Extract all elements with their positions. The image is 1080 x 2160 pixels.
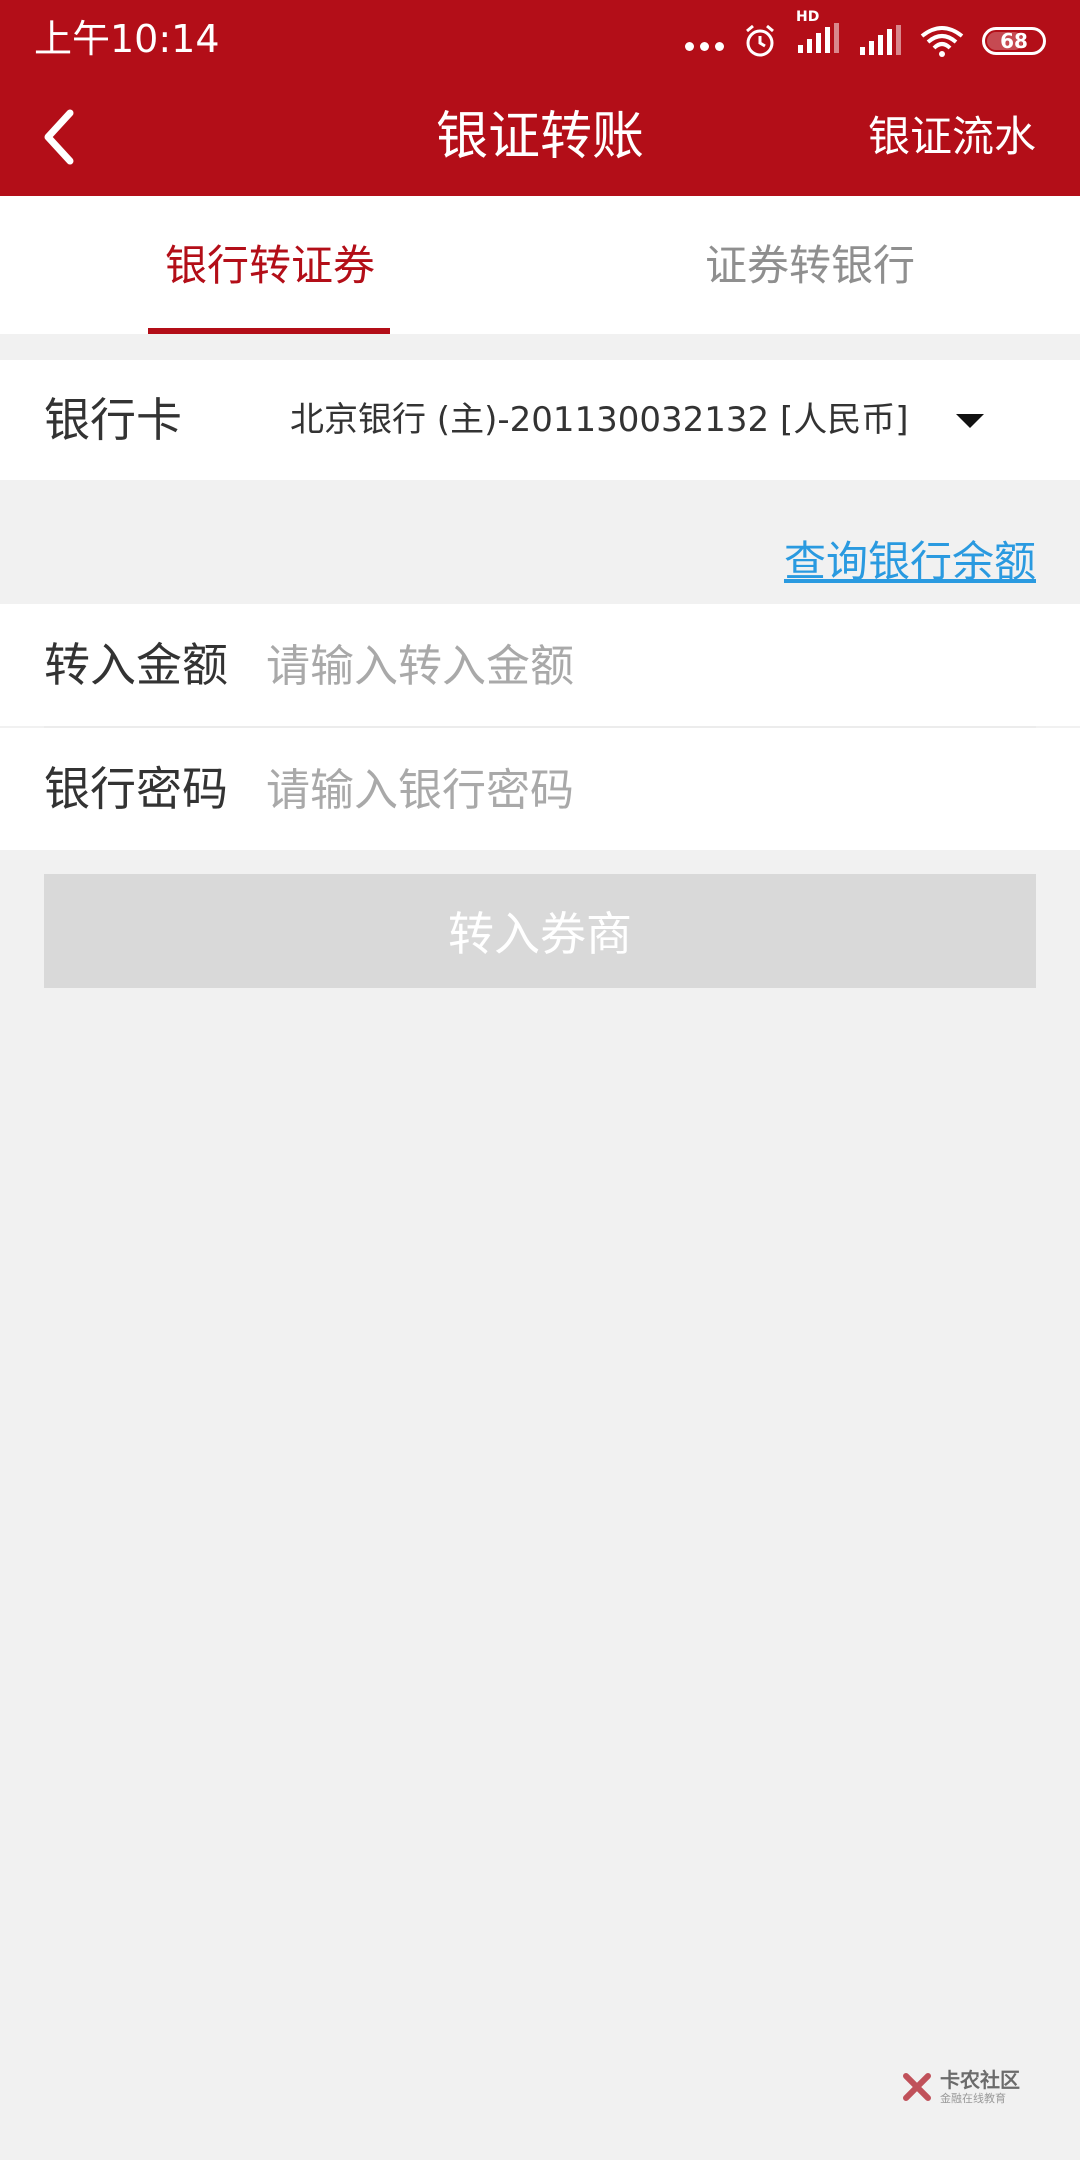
status-bar: 上午10:14 HD 68: [0, 0, 1080, 78]
active-tab-indicator: [148, 328, 390, 334]
nav-bar: 银证转账 银证流水: [0, 78, 1080, 196]
query-bank-balance-link[interactable]: 查询银行余额: [784, 528, 1036, 589]
amount-input[interactable]: [264, 634, 1028, 698]
password-row: 银行密码: [0, 728, 1080, 850]
tab-bar: 银行转证券 证券转银行: [0, 196, 1080, 334]
tab-bank-to-securities[interactable]: 银行转证券: [0, 196, 540, 334]
signal-icon: [860, 25, 901, 55]
tab-securities-to-bank[interactable]: 证券转银行: [540, 196, 1080, 334]
status-time: 上午10:14: [34, 17, 220, 61]
watermark-title: 卡农社区: [940, 2068, 1020, 2092]
amount-label: 转入金额: [44, 638, 228, 692]
signal-icon: [798, 23, 839, 53]
dropdown-arrow-icon[interactable]: [956, 414, 984, 428]
watermark-subtitle: 金融在线教育: [940, 2092, 1006, 2105]
bank-password-input[interactable]: [264, 758, 1028, 822]
watermark: 卡农社区 金融在线教育: [900, 2070, 1020, 2104]
bank-card-label: 银行卡: [44, 393, 182, 447]
transfer-to-broker-button[interactable]: 转入券商: [44, 874, 1036, 988]
bank-card-value: 北京银行 (主)-201130032132 [人民币]: [290, 400, 909, 440]
wifi-icon: [920, 26, 964, 57]
battery-level: 68: [1000, 29, 1028, 53]
battery-icon: 68: [982, 27, 1046, 55]
watermark-logo-icon: [903, 2073, 931, 2101]
alarm-icon: [746, 24, 774, 57]
bank-card-selector[interactable]: 银行卡 北京银行 (主)-201130032132 [人民币]: [0, 360, 1080, 480]
password-label: 银行密码: [44, 762, 228, 816]
transfer-history-link[interactable]: 银证流水: [868, 78, 1036, 196]
more-notifications-icon: [685, 41, 724, 51]
cellular-signal-1: HD: [796, 9, 840, 59]
status-icons: HD 68: [685, 9, 1046, 62]
hd-label: HD: [796, 9, 820, 25]
amount-row: 转入金额: [0, 604, 1080, 726]
